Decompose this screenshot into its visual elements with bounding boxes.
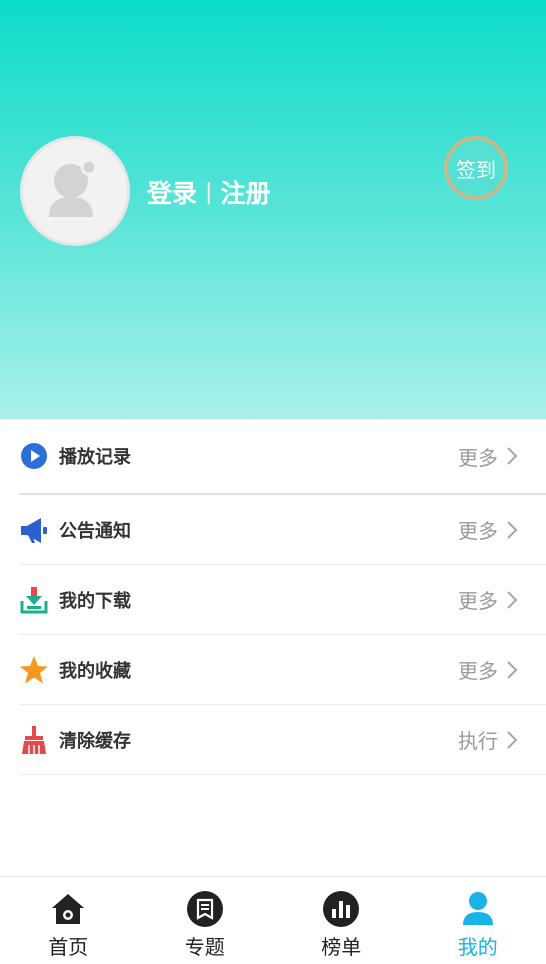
ranking-icon (321, 889, 361, 929)
action-label: 更多 (458, 659, 498, 683)
broom-icon (19, 725, 49, 755)
menu-item-label: 我的下载 (59, 590, 131, 612)
menu-item-favorites[interactable]: 我的收藏 更多 (19, 635, 546, 705)
user-icon (458, 889, 498, 929)
register-link[interactable]: 注册 (220, 174, 270, 210)
execute-action[interactable]: 执行 (458, 705, 518, 774)
chevron-right-icon (507, 520, 518, 539)
action-label: 更多 (458, 445, 498, 470)
tab-topics[interactable]: 专题 (137, 877, 274, 964)
menu-item-announcements[interactable]: 公告通知 更多 (19, 495, 546, 565)
tab-label: 专题 (184, 935, 225, 959)
menu-item-label: 公告通知 (59, 520, 131, 542)
action-label: 更多 (458, 589, 498, 613)
menu-item-play-history[interactable]: 播放记录 更多 (19, 419, 546, 495)
action-label: 执行 (458, 729, 498, 753)
menu-item-label: 我的收藏 (59, 660, 131, 682)
menu-list: 播放记录 更多 公告通知 更多 我的下载 更多 我的收藏 更多 清除缓存 执行 (0, 419, 546, 775)
action-label: 更多 (458, 519, 498, 543)
tab-ranking[interactable]: 榜单 (273, 877, 410, 964)
topic-icon (185, 889, 225, 929)
menu-item-label: 播放记录 (59, 447, 131, 468)
chevron-right-icon (507, 730, 518, 749)
login-link[interactable]: 登录 (147, 174, 197, 210)
more-action[interactable]: 更多 (458, 419, 518, 493)
download-icon (19, 585, 49, 615)
tab-label: 首页 (48, 935, 89, 959)
login-separator: | (205, 179, 213, 205)
chevron-right-icon (507, 660, 518, 679)
bottom-tab-bar: 首页 专题 榜单 我的 (0, 876, 546, 964)
more-action[interactable]: 更多 (458, 495, 518, 564)
star-icon (19, 655, 49, 685)
more-action[interactable]: 更多 (458, 635, 518, 704)
play-icon (19, 441, 49, 471)
checkin-button[interactable]: 签到 (444, 136, 508, 200)
megaphone-icon (19, 515, 49, 545)
avatar[interactable] (20, 136, 130, 246)
checkin-label: 签到 (456, 157, 496, 182)
login-register: 登录 | 注册 (147, 172, 270, 212)
tab-label: 榜单 (321, 935, 362, 959)
chevron-right-icon (507, 590, 518, 609)
tab-home[interactable]: 首页 (0, 877, 137, 964)
menu-item-downloads[interactable]: 我的下载 更多 (19, 565, 546, 635)
tab-label: 我的 (457, 935, 498, 959)
chevron-right-icon (507, 447, 518, 465)
default-avatar-icon (49, 158, 98, 217)
profile-header: 登录 | 注册 签到 (0, 0, 546, 419)
home-icon (48, 889, 88, 929)
more-action[interactable]: 更多 (458, 565, 518, 634)
menu-item-label: 清除缓存 (59, 730, 131, 752)
menu-item-clear-cache[interactable]: 清除缓存 执行 (19, 705, 546, 775)
tab-mine[interactable]: 我的 (410, 877, 546, 964)
